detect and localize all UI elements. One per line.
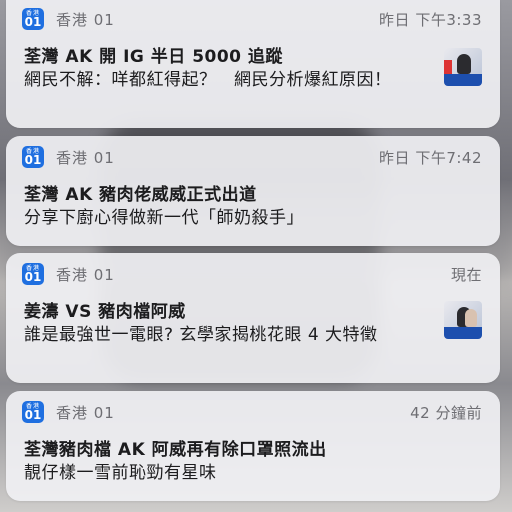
notification-header: 香港 01 香港 01 昨日 下午3:33 bbox=[22, 8, 482, 30]
app-icon-number: 01 bbox=[24, 15, 42, 29]
notification-body: 分享下廚心得做新一代「師奶殺手」 bbox=[24, 208, 304, 228]
notification-time: 昨日 下午7:42 bbox=[379, 148, 482, 167]
app-name: 香港 01 bbox=[56, 265, 115, 284]
app-icon-number: 01 bbox=[24, 153, 42, 167]
thumbnail-image bbox=[444, 48, 482, 86]
app-icon-number: 01 bbox=[24, 408, 42, 422]
notification-card[interactable]: 香港 01 香港 01 現在 姜濤 VS 豬肉檔阿威 誰是最強世一電眼? 玄學家… bbox=[6, 253, 500, 383]
thumbnail-accent bbox=[444, 60, 452, 74]
notification-body: 靚仔樣一雪前恥勁有星味 bbox=[24, 463, 217, 483]
thumbnail-caption-band bbox=[444, 327, 482, 339]
notification-title: 荃灣豬肉檔 AK 阿威再有除口罩照流出 bbox=[24, 440, 327, 460]
notification-time: 昨日 下午3:33 bbox=[379, 10, 482, 29]
hk01-app-icon: 香港 01 bbox=[22, 263, 44, 285]
notification-time: 42 分鐘前 bbox=[410, 403, 482, 422]
app-name: 香港 01 bbox=[56, 10, 115, 29]
notification-title: 荃灣 AK 開 IG 半日 5000 追蹤 bbox=[24, 47, 283, 67]
notification-card[interactable]: 香港 01 香港 01 42 分鐘前 荃灣豬肉檔 AK 阿威再有除口罩照流出 靚… bbox=[6, 391, 500, 501]
notification-header: 香港 01 香港 01 42 分鐘前 bbox=[22, 401, 482, 423]
notification-header: 香港 01 香港 01 昨日 下午7:42 bbox=[22, 146, 482, 168]
hk01-app-icon: 香港 01 bbox=[22, 146, 44, 168]
thumbnail-caption-band bbox=[444, 74, 482, 86]
notification-body: 網民不解：咩都紅得起？ 網民分析爆紅原因！ bbox=[24, 70, 392, 90]
notification-header: 香港 01 香港 01 現在 bbox=[22, 263, 482, 285]
notification-title: 荃灣 AK 豬肉佬威威正式出道 bbox=[24, 185, 257, 205]
notification-card[interactable]: 香港 01 香港 01 昨日 下午3:33 荃灣 AK 開 IG 半日 5000… bbox=[6, 0, 500, 128]
hk01-app-icon: 香港 01 bbox=[22, 401, 44, 423]
app-name: 香港 01 bbox=[56, 403, 115, 422]
thumbnail-person bbox=[457, 54, 471, 74]
app-name: 香港 01 bbox=[56, 148, 115, 167]
hk01-app-icon: 香港 01 bbox=[22, 8, 44, 30]
notification-title: 姜濤 VS 豬肉檔阿威 bbox=[24, 302, 186, 322]
notification-body: 誰是最強世一電眼? 玄學家揭桃花眼 4 大特徵 bbox=[24, 325, 378, 345]
app-icon-number: 01 bbox=[24, 270, 42, 284]
thumbnail-image bbox=[444, 301, 482, 339]
notification-time: 現在 bbox=[450, 265, 482, 284]
thumbnail-person-2 bbox=[465, 309, 477, 327]
notification-card[interactable]: 香港 01 香港 01 昨日 下午7:42 荃灣 AK 豬肉佬威威正式出道 分享… bbox=[6, 136, 500, 246]
